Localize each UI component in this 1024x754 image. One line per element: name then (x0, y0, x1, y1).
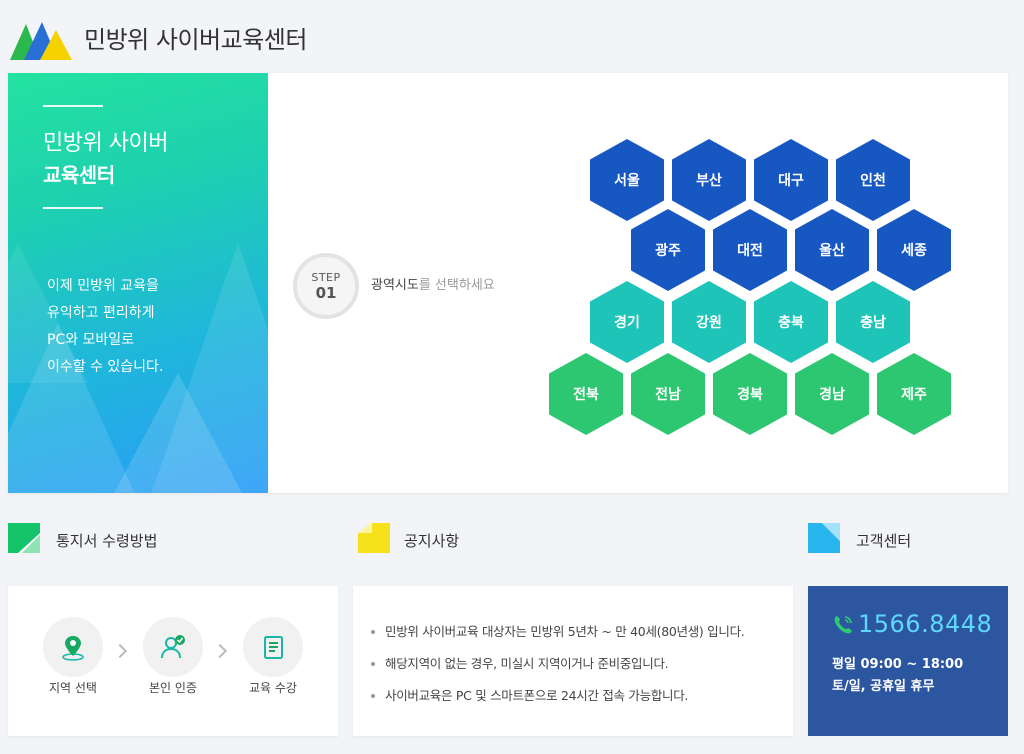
support-hours-weekday: 평일 09:00 ~ 18:00 (832, 657, 964, 672)
region-button[interactable]: 대구 (754, 139, 828, 221)
step-region-select[interactable] (43, 617, 103, 677)
support-phone[interactable]: 1566.8448 (858, 610, 992, 638)
chevron-right-icon (212, 643, 228, 659)
region-button[interactable]: 세종 (877, 209, 951, 291)
region-button[interactable]: 인천 (836, 139, 910, 221)
support-section-title: 고객센터 (856, 532, 912, 550)
hero-title-line1: 민방위 사이버 (43, 131, 168, 156)
step-badge: STEP 01 (293, 253, 359, 319)
step-instruction: 광역시도를 선택하세요 (371, 274, 495, 293)
step-label: STEP (311, 271, 341, 284)
region-button[interactable]: 제주 (877, 353, 951, 435)
region-button[interactable]: 울산 (795, 209, 869, 291)
support-hours: 평일 09:00 ~ 18:00 토/일, 공휴일 휴무 (832, 654, 963, 698)
phone-icon (834, 616, 852, 634)
region-button[interactable]: 경남 (795, 353, 869, 435)
notice-card: 민방위 사이버교육 대상자는 민방위 5년차 ~ 만 40세(80년생) 입니다… (353, 586, 793, 736)
hero-desc-line: 유익하고 편리하게 (47, 305, 155, 321)
location-pin-icon (62, 636, 84, 661)
notice-section-title: 공지사항 (404, 532, 460, 550)
step-region-select-label: 지역 선택 (49, 681, 97, 695)
region-button[interactable]: 충남 (836, 281, 910, 363)
region-button[interactable]: 충북 (754, 281, 828, 363)
receipt-steps-card: 지역 선택 본인 인증 교육 수강 (8, 586, 338, 736)
step-instruction-rest: 를 선택하세요 (418, 278, 495, 293)
document-icon (264, 636, 283, 659)
notice-item[interactable]: 사이버교육은 PC 및 스마트폰으로 24시간 접속 가능합니다. (371, 680, 744, 712)
region-button[interactable]: 광주 (631, 209, 705, 291)
region-button[interactable]: 부산 (672, 139, 746, 221)
support-hours-weekend: 토/일, 공휴일 휴무 (832, 679, 935, 694)
support-section-icon (808, 523, 840, 553)
region-button[interactable]: 전북 (549, 353, 623, 435)
step-take-course-label: 교육 수강 (249, 681, 297, 695)
hero-desc-line: PC와 모바일로 (47, 332, 135, 348)
step-take-course[interactable] (243, 617, 303, 677)
step-identity-verify-label: 본인 인증 (149, 681, 197, 695)
hero-divider (43, 207, 103, 209)
decor-triangle (98, 373, 258, 493)
step-identity-verify[interactable] (143, 617, 203, 677)
region-button[interactable]: 경북 (713, 353, 787, 435)
receipt-section-icon (8, 523, 40, 553)
chevron-right-icon (112, 643, 128, 659)
header: 민방위 사이버교육센터 (0, 0, 1024, 73)
step-instruction-bold: 광역시도 (371, 278, 419, 293)
notice-list: 민방위 사이버교육 대상자는 민방위 5년차 ~ 만 40세(80년생) 입니다… (371, 616, 745, 712)
step-number: 01 (315, 284, 337, 302)
site-title[interactable]: 민방위 사이버교육센터 (84, 20, 307, 55)
hero-banner: 민방위 사이버 교육센터 이제 민방위 교육을 유익하고 편리하게 PC와 모바… (8, 73, 268, 493)
hero-desc-line: 이제 민방위 교육을 (47, 278, 159, 294)
notice-section-icon (358, 523, 390, 553)
region-button[interactable]: 경기 (590, 281, 664, 363)
notice-item[interactable]: 민방위 사이버교육 대상자는 민방위 5년차 ~ 만 40세(80년생) 입니다… (371, 616, 745, 648)
region-button[interactable]: 강원 (672, 281, 746, 363)
hero-description: 이제 민방위 교육을 유익하고 편리하게 PC와 모바일로 이수할 수 있습니다… (47, 273, 163, 381)
support-card: 1566.8448 평일 09:00 ~ 18:00 토/일, 공휴일 휴무 (808, 586, 1008, 736)
region-button[interactable]: 서울 (590, 139, 664, 221)
logo-icon[interactable] (10, 20, 72, 62)
region-button[interactable]: 전남 (631, 353, 705, 435)
region-button[interactable]: 대전 (713, 209, 787, 291)
hero-title-line2: 교육센터 (43, 163, 115, 187)
user-check-icon (161, 635, 185, 659)
hero-desc-line: 이수할 수 있습니다. (47, 359, 164, 375)
receipt-section-title: 통지서 수령방법 (56, 532, 158, 550)
notice-item[interactable]: 해당지역이 없는 경우, 미실시 지역이거나 준비중입니다. (371, 648, 744, 680)
hero-divider (43, 105, 103, 107)
hero-panel: 민방위 사이버 교육센터 이제 민방위 교육을 유익하고 편리하게 PC와 모바… (8, 73, 1008, 493)
